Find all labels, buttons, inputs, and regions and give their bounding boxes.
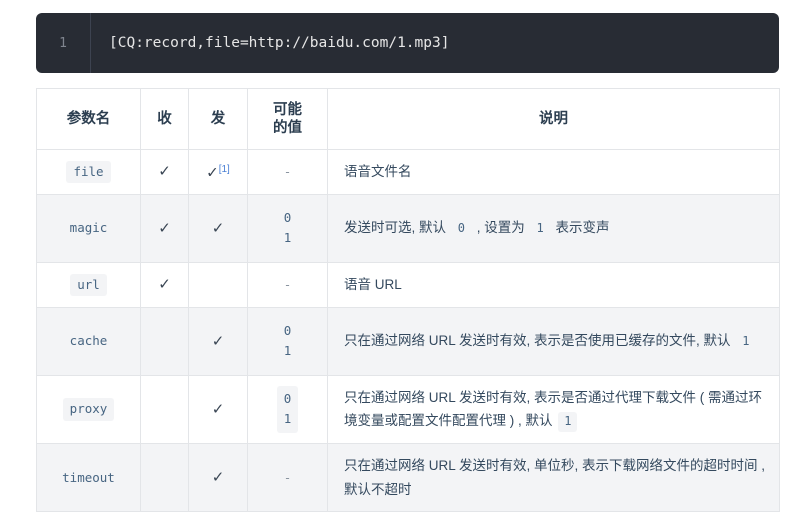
- table-row: file ✓ ✓[1] - 语音文件名: [36, 149, 780, 195]
- table-row: cache ✓ 0 1 只在通过网络 URL 发送时有效, 表示是否使用已缓存的文件, …: [36, 306, 780, 376]
- inline-code: 0: [451, 219, 471, 240]
- table-row: proxy ✓ 0 1 只在通过网络 URL 发送时有效, 表示是否通过代理下载文件 (…: [36, 374, 780, 445]
- value-option: 1: [283, 411, 292, 427]
- cell-possible-values: 01: [247, 306, 328, 376]
- inline-code: 1: [558, 412, 578, 432]
- description-text: 只在通过网络 URL 发送时有效, 表示是否使用已缓存的文件, 默认: [344, 333, 735, 349]
- value-code-list: 01: [276, 204, 299, 252]
- value-option: 0: [283, 322, 292, 338]
- check-icon: ✓: [211, 469, 225, 487]
- column-header-send: 发: [188, 88, 248, 150]
- check-icon: ✓: [158, 219, 171, 237]
- code-block: 1 [CQ:record,file=http://baidu.com/1.mp3…: [36, 13, 779, 73]
- code-content[interactable]: [CQ:record,file=http://baidu.com/1.mp3]: [91, 13, 779, 73]
- cell-possible-values: -: [247, 442, 328, 512]
- cell-send: ✓: [188, 306, 248, 376]
- value-code-list: 01: [276, 385, 299, 433]
- table-row: timeout ✓ - 只在通过网络 URL 发送时有效, 单位秒, 表示下载网络文件…: [36, 442, 780, 512]
- param-name-code: magic: [62, 217, 115, 240]
- cell-description: 语音 URL: [327, 261, 780, 308]
- code-line-number: 1: [36, 13, 91, 73]
- param-name-code: proxy: [62, 398, 115, 421]
- cell-param-name: timeout: [36, 442, 141, 512]
- cell-send: ✓[1]: [188, 149, 248, 195]
- table-header: 参数名 收 发 可能 的值 说明: [36, 88, 780, 150]
- cell-possible-values: 01: [247, 193, 328, 263]
- inline-code: 1: [736, 332, 756, 352]
- description-text: 只在通过网络 URL 发送时有效, 单位秒, 表示下载网络文件的超时时间 , 默…: [344, 458, 766, 497]
- param-name-code: timeout: [55, 466, 122, 489]
- description-text: 只在通过网络 URL 发送时有效, 表示是否通过代理下载文件 ( 需通过环境变量…: [344, 389, 763, 429]
- cell-param-name: cache: [36, 306, 141, 376]
- check-icon: ✓: [211, 219, 225, 237]
- column-header-description: 说明: [327, 88, 780, 150]
- column-header-possible-values-line1: 可能: [273, 101, 302, 118]
- column-header-param-name: 参数名: [36, 88, 141, 150]
- column-header-possible-values-line2: 的值: [273, 120, 302, 136]
- check-icon: ✓: [158, 163, 171, 181]
- param-name-code: url: [70, 273, 107, 296]
- description-text: 发送时可选, 默认: [344, 220, 450, 236]
- table-row: url ✓ - 语音 URL: [36, 261, 780, 308]
- cell-param-name: file: [36, 149, 141, 195]
- description-text: 表示变声: [551, 220, 610, 236]
- cell-description: 只在通过网络 URL 发送时有效, 表示是否使用已缓存的文件, 默认 1: [327, 306, 780, 376]
- value-option: 0: [283, 390, 292, 406]
- cell-receive: [140, 374, 189, 445]
- parameter-table: 参数名 收 发 可能 的值 说明 file ✓ ✓[1] - 语音文件名 magic ✓ ✓ 0…: [36, 88, 780, 512]
- table-body: file ✓ ✓[1] - 语音文件名 magic ✓ ✓ 0 1 发送时可选, 默认 0 , 设置…: [36, 149, 780, 512]
- value-code-list: 01: [276, 317, 299, 365]
- cell-receive: ✓: [140, 261, 189, 308]
- value-dash: -: [283, 164, 292, 180]
- cell-description: 语音文件名: [327, 149, 780, 195]
- value-option: 1: [283, 343, 292, 359]
- column-header-receive: 收: [140, 88, 189, 150]
- param-name-code: cache: [62, 330, 115, 353]
- column-header-possible-values: 可能 的值: [247, 88, 328, 150]
- cell-description: 发送时可选, 默认 0 , 设置为 1 表示变声: [327, 193, 780, 263]
- description-text: 语音文件名: [344, 164, 412, 179]
- cell-receive: [140, 306, 189, 376]
- cell-receive: [140, 442, 189, 512]
- check-icon: ✓: [158, 276, 171, 294]
- cell-param-name: proxy: [36, 374, 141, 445]
- check-icon: ✓: [211, 400, 225, 418]
- cell-send: [188, 261, 248, 308]
- value-dash: -: [283, 277, 292, 293]
- value-dash: -: [283, 470, 292, 486]
- cell-possible-values: -: [247, 149, 328, 195]
- footnote-link[interactable]: [1]: [219, 164, 230, 175]
- cell-param-name: url: [36, 261, 141, 308]
- cell-send: ✓: [188, 442, 248, 512]
- cell-param-name: magic: [36, 193, 141, 263]
- table-row: magic ✓ ✓ 0 1 发送时可选, 默认 0 , 设置为 1 表示变声: [36, 193, 780, 263]
- cell-receive: ✓: [140, 149, 189, 195]
- cell-possible-values: -: [247, 261, 328, 308]
- cell-send: ✓: [188, 193, 248, 263]
- check-icon: ✓: [206, 164, 219, 182]
- value-option: 1: [283, 230, 292, 246]
- cell-receive: ✓: [140, 193, 189, 263]
- cell-description: 只在通过网络 URL 发送时有效, 单位秒, 表示下载网络文件的超时时间 , 默…: [327, 442, 780, 512]
- cell-possible-values: 01: [247, 374, 328, 445]
- description-text: 语音 URL: [344, 276, 402, 292]
- cell-send: ✓: [188, 374, 248, 445]
- param-name-code: file: [66, 160, 111, 183]
- table-header-row: 参数名 收 发 可能 的值 说明: [36, 88, 780, 150]
- check-icon: ✓: [211, 332, 225, 350]
- description-text: , 设置为: [473, 220, 529, 236]
- value-option: 0: [283, 209, 292, 225]
- inline-code: 1: [530, 219, 550, 240]
- cell-description: 只在通过网络 URL 发送时有效, 表示是否通过代理下载文件 ( 需通过环境变量…: [327, 374, 780, 445]
- documentation-page: 1 [CQ:record,file=http://baidu.com/1.mp3…: [0, 0, 804, 512]
